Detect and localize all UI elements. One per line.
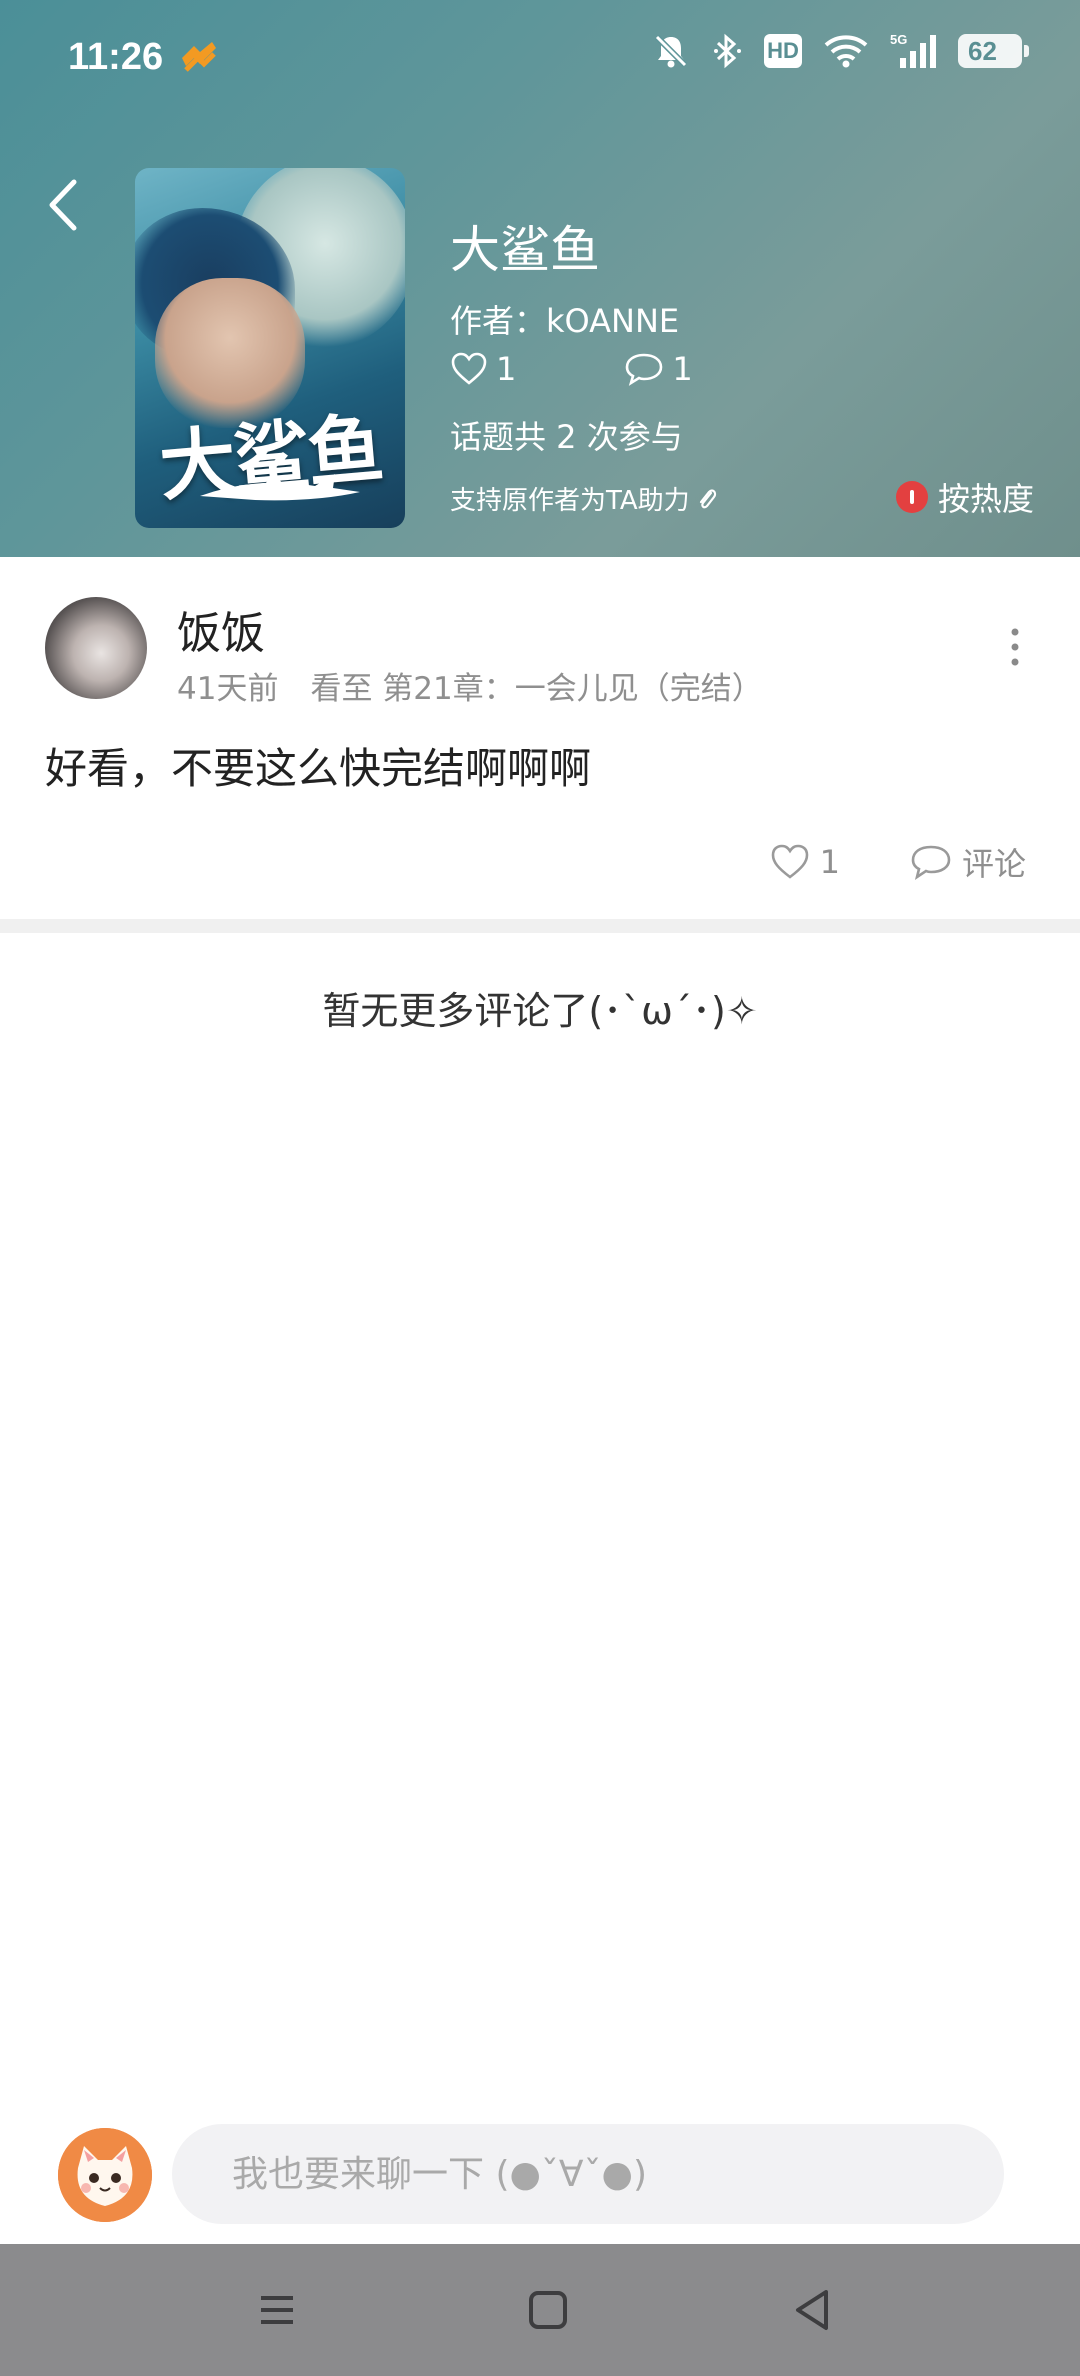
comment-like-count: 1	[819, 843, 840, 881]
book-stats: 1 1	[450, 350, 693, 388]
book-comments[interactable]: 1	[624, 350, 693, 388]
support-author-label: 支持原作者为TA助力	[450, 486, 690, 516]
book-title: 大鲨鱼	[450, 221, 600, 279]
home-square-icon[interactable]	[518, 2280, 578, 2340]
support-author-link[interactable]: 支持原作者为TA助力	[450, 480, 718, 517]
heart-icon	[771, 844, 808, 879]
book-likes-count: 1	[496, 350, 517, 388]
svg-text:5G: 5G	[890, 32, 907, 47]
shark-icon	[200, 472, 360, 501]
comment-meta: 41天前 看至 第21章：一会儿见（完结）	[177, 663, 763, 708]
heart-icon	[451, 352, 487, 385]
hd-icon: HD	[764, 34, 802, 68]
comment-time: 41天前	[177, 671, 279, 707]
paperclip-icon	[699, 488, 716, 508]
comment-like-button[interactable]: 1	[770, 843, 840, 881]
more-options-icon[interactable]	[1010, 627, 1020, 667]
status-icons: HD 5G 62	[652, 32, 1029, 70]
comment-reply-label: 评论	[961, 845, 1026, 883]
sort-label: 按热度	[937, 480, 1034, 518]
bluetooth-icon	[714, 33, 741, 69]
status-bar: 11:26 HD 5G 62	[0, 0, 1080, 120]
comment-reading-progress: 看至 第21章：一会儿见（完结）	[310, 671, 763, 707]
comment-bubble-icon	[911, 845, 951, 880]
avatar[interactable]	[45, 597, 147, 699]
cellular-signal-icon: 5G	[890, 32, 936, 68]
cat-avatar-icon	[58, 2128, 152, 2222]
book-cover[interactable]: 大鲨鱼	[135, 168, 405, 528]
book-header: 11:26 HD 5G 62 大鲨鱼 大鲨鱼 作者：kOANNE 1 1 话题共…	[0, 0, 1080, 557]
comment-reply-button[interactable]: 评论	[910, 839, 1026, 885]
battery-icon: 62	[958, 34, 1029, 68]
system-navigation-bar	[0, 2244, 1080, 2376]
topic-participation: 话题共 2 次参与	[450, 418, 683, 456]
no-more-comments: 暂无更多评论了(･`ω´･)✧	[322, 989, 758, 1033]
sort-by-popularity-button[interactable]: 按热度	[895, 474, 1034, 520]
back-arrow-icon[interactable]	[38, 170, 88, 240]
reply-bar	[0, 2100, 1080, 2244]
back-triangle-icon[interactable]	[782, 2280, 842, 2340]
menu-icon[interactable]	[247, 2280, 307, 2340]
wifi-icon	[824, 35, 868, 68]
app-notification-icon	[182, 42, 216, 72]
comment-actions: 1 评论	[770, 839, 1026, 885]
book-likes[interactable]: 1	[450, 350, 516, 388]
sort-icon	[895, 481, 928, 513]
mute-bell-icon	[654, 34, 688, 68]
book-author[interactable]: 作者：kOANNE	[450, 296, 679, 342]
comment-bubble-icon	[626, 353, 663, 386]
comment-username[interactable]: 饭饭	[177, 597, 265, 661]
status-time: 11:26	[68, 36, 164, 78]
comment-input[interactable]	[172, 2124, 1004, 2224]
section-divider	[0, 919, 1080, 933]
comment-body: 好看，不要这么快完结啊啊啊	[45, 744, 592, 793]
my-avatar[interactable]	[58, 2128, 152, 2222]
book-comments-count: 1	[672, 350, 693, 388]
comment-item: 饭饭 41天前 看至 第21章：一会儿见（完结） 好看，不要这么快完结啊啊啊 1…	[0, 557, 1080, 919]
